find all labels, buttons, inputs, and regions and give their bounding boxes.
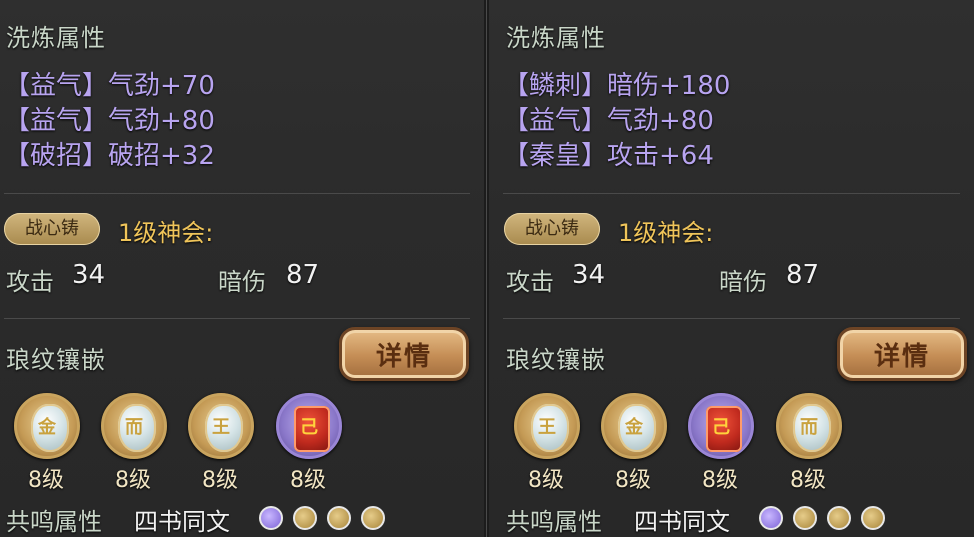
shenhui-level: 1级神会: [118,219,214,247]
gem-level: 8级 [702,468,738,493]
detail-button[interactable]: 详情 [339,327,469,381]
gem-rune-icon: 己 [300,417,318,438]
left-equipment-panel: 洗炼属性 【益气】气劲+70 【益气】气劲+80 【破招】破招+32 战心铸 1… [0,0,484,537]
gem-level: 8级 [115,468,151,493]
shenhui-level: 1级神会: [618,219,714,247]
gem-rune-icon: 而 [800,417,818,438]
section-divider [503,318,960,319]
stat-hidden-damage-label: 暗伤 [719,268,767,296]
inlay-title: 琅纹镶嵌 [6,346,106,374]
gem-level: 8级 [615,468,651,493]
inlay-gem-slot-3[interactable]: 王 [188,393,254,459]
inlay-gem-slot-4[interactable]: 己 [276,393,342,459]
resonance-dot-icon [293,506,317,530]
gem-rune-icon: 王 [538,417,556,438]
resonance-name: 四书同文 [134,508,230,536]
zhanxinzhu-badge: 战心铸 [4,213,100,245]
gem-level: 8级 [202,468,238,493]
gem-level: 8级 [28,468,64,493]
stat-hidden-damage-label: 暗伤 [218,268,266,296]
section-divider [503,193,960,194]
section-divider [4,193,470,194]
resonance-dot-icon [827,506,851,530]
stat-attack-label: 攻击 [6,268,54,296]
gem-level: 8级 [790,468,826,493]
inlay-gem-slot-1[interactable]: 王 [514,393,580,459]
resonance-label: 共鸣属性 [6,508,102,536]
resonance-dot-icon [793,506,817,530]
inlay-gem-slot-4[interactable]: 而 [776,393,842,459]
gem-rune-icon: 金 [38,417,56,438]
stat-hidden-damage-value: 87 [786,260,820,290]
gem-level: 8级 [290,468,326,493]
gem-rune-icon: 己 [712,417,730,438]
gem-rune-icon: 王 [212,417,230,438]
section-divider [4,318,470,319]
resonance-label: 共鸣属性 [506,508,602,536]
resonance-dot-icon [361,506,385,530]
inlay-gem-slot-2[interactable]: 金 [601,393,667,459]
inlay-gem-slot-1[interactable]: 金 [14,393,80,459]
gem-level: 8级 [528,468,564,493]
resonance-dot-icon [327,506,351,530]
wash-attributes-title: 洗炼属性 [6,24,106,52]
wash-attribute-3: 【秦皇】攻击+64 [503,141,714,171]
resonance-dot-icon [259,506,283,530]
wash-attribute-1: 【益气】气劲+70 [4,71,215,101]
wash-attribute-1: 【鳞刺】暗伤+180 [503,71,731,101]
wash-attributes-title: 洗炼属性 [506,24,606,52]
inlay-gem-slot-3[interactable]: 己 [688,393,754,459]
right-equipment-panel: 洗炼属性 【鳞刺】暗伤+180 【益气】气劲+80 【秦皇】攻击+64 战心铸 … [489,0,974,537]
detail-button[interactable]: 详情 [837,327,967,381]
stat-attack-label: 攻击 [506,268,554,296]
wash-attribute-2: 【益气】气劲+80 [4,106,215,136]
zhanxinzhu-badge: 战心铸 [504,213,600,245]
resonance-dot-icon [759,506,783,530]
gem-rune-icon: 而 [125,417,143,438]
resonance-name: 四书同文 [634,508,730,536]
stat-hidden-damage-value: 87 [286,260,320,290]
inlay-gem-slot-2[interactable]: 而 [101,393,167,459]
wash-attribute-2: 【益气】气劲+80 [503,106,714,136]
inlay-title: 琅纹镶嵌 [506,346,606,374]
gem-rune-icon: 金 [625,417,643,438]
wash-attribute-3: 【破招】破招+32 [4,141,215,171]
stat-attack-value: 34 [72,260,106,290]
resonance-dot-icon [861,506,885,530]
stat-attack-value: 34 [572,260,606,290]
